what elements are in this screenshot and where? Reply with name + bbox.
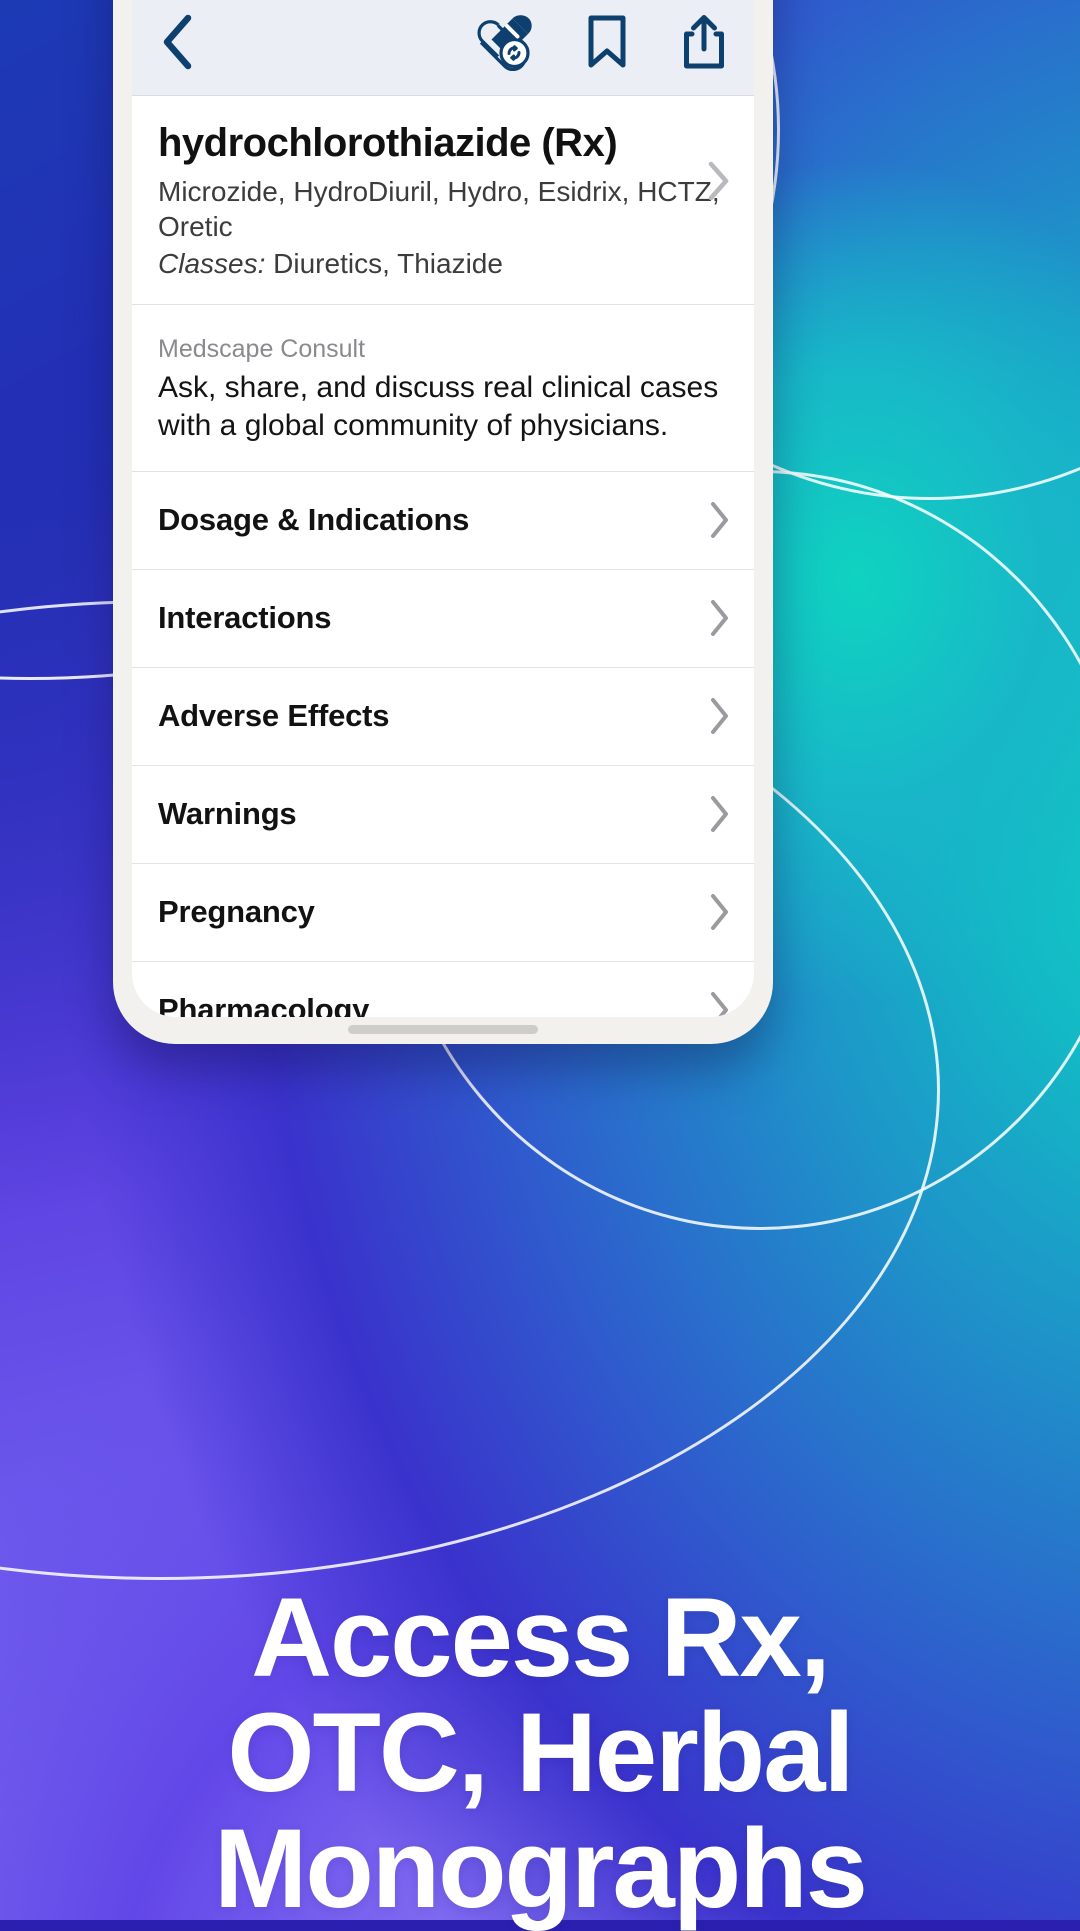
drug-classes-label: Classes: (158, 247, 266, 279)
menu-row[interactable]: Warnings (132, 766, 754, 864)
phone-mockup: hydrochlorothiazide (Rx) Microzide, Hydr… (113, 0, 773, 1044)
bookmark-icon (588, 15, 626, 68)
home-indicator (348, 1025, 538, 1034)
headline-line-1: Access Rx, (251, 1575, 831, 1700)
chevron-right-icon (711, 992, 728, 1017)
share-icon (684, 15, 724, 69)
drug-title: hydrochlorothiazide (Rx) (158, 121, 618, 165)
drug-header-disclosure[interactable] (706, 160, 732, 207)
menu-item-label: Dosage & Indications (158, 502, 470, 538)
chevron-right-icon (711, 698, 728, 735)
drug-classes: Classes: Diuretics, Thiazide (158, 247, 728, 282)
menu-row[interactable]: Pregnancy (132, 864, 754, 962)
chevron-left-icon (163, 14, 192, 70)
phone-screen: hydrochlorothiazide (Rx) Microzide, Hydr… (132, 0, 754, 1017)
consult-label: Medscape Consult (158, 334, 366, 363)
chevron-right-icon (708, 161, 729, 201)
back-button[interactable] (158, 13, 196, 71)
drug-header[interactable]: hydrochlorothiazide (Rx) Microzide, Hydr… (132, 96, 754, 305)
pill-identifier-button[interactable] (476, 13, 534, 71)
headline-line-2: OTC, Herbal (227, 1690, 854, 1816)
chevron-right-icon (711, 796, 728, 833)
menu-item-label: Warnings (158, 796, 297, 832)
share-button[interactable] (680, 13, 728, 71)
menu-row[interactable]: Adverse Effects (132, 668, 754, 766)
bookmark-button[interactable] (586, 14, 628, 70)
chevron-right-icon (711, 600, 728, 637)
consult-description: Ask, share, and discuss real clinical ca… (158, 371, 719, 442)
chevron-right-icon (711, 894, 728, 931)
app-navbar (132, 0, 754, 96)
promo-headline: Access Rx, OTC, Herbal Monographs (0, 1580, 1080, 1926)
menu-item-label: Adverse Effects (158, 698, 390, 734)
medscape-consult-card[interactable]: Medscape Consult Ask, share, and discuss… (132, 305, 754, 472)
navbar-actions (476, 13, 728, 71)
headline-line-3: Monographs (214, 1805, 868, 1931)
drug-brand-names: Microzide, HydroDiuril, Hydro, Esidrix, … (158, 176, 720, 243)
drug-classes-value: Diuretics, Thiazide (273, 247, 503, 279)
pill-icon (477, 15, 532, 71)
menu-item-label: Interactions (158, 600, 332, 636)
monograph-section-list: Dosage & Indications Interactions Advers… (132, 472, 754, 1017)
chevron-right-icon (711, 502, 728, 539)
menu-row[interactable]: Dosage & Indications (132, 472, 754, 570)
menu-row[interactable]: Interactions (132, 570, 754, 668)
menu-row[interactable]: Pharmacology (132, 962, 754, 1017)
menu-item-label: Pregnancy (158, 894, 315, 930)
menu-item-label: Pharmacology (158, 992, 370, 1017)
